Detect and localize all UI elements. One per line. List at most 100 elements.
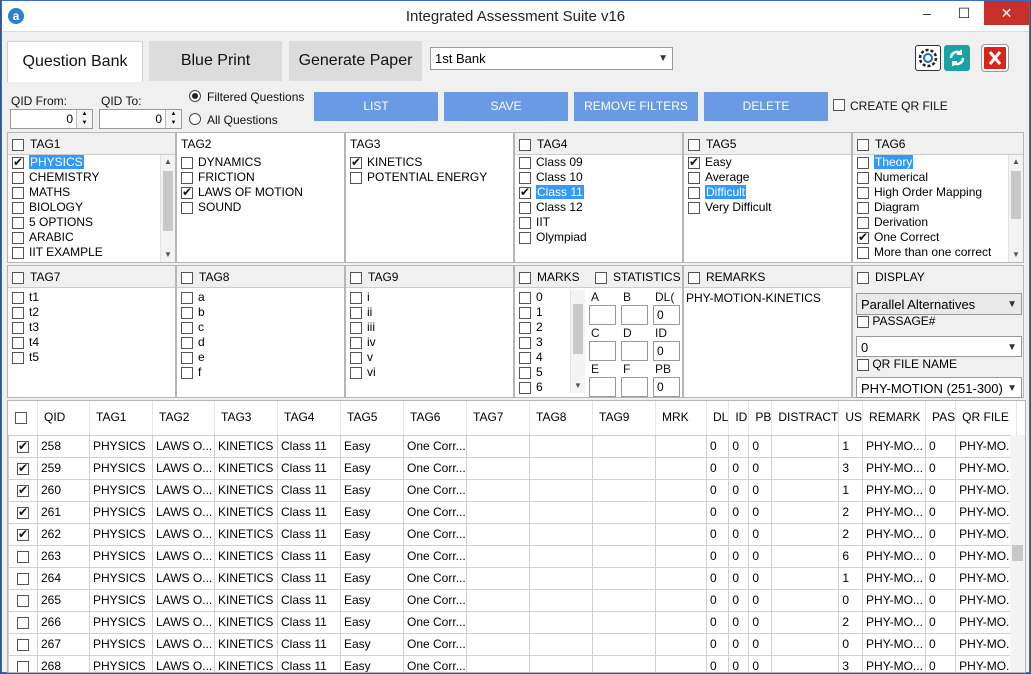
row-checkbox[interactable] bbox=[17, 660, 29, 672]
qid-to-input[interactable]: 0 ▲ ▼ bbox=[99, 109, 182, 129]
table-cell[interactable] bbox=[529, 434, 593, 458]
table-cell[interactable]: Easy bbox=[340, 610, 404, 634]
tag7-item[interactable]: t3 bbox=[10, 320, 173, 335]
table-cell[interactable] bbox=[655, 632, 707, 656]
table-cell[interactable]: KINETICS bbox=[214, 478, 278, 502]
table-cell[interactable]: PHYSICS bbox=[89, 588, 153, 612]
table-cell[interactable]: 263 bbox=[37, 544, 90, 568]
tag7-item-checkbox[interactable] bbox=[12, 351, 24, 364]
table-cell[interactable]: KINETICS bbox=[214, 632, 278, 656]
table-cell[interactable]: 261 bbox=[37, 500, 90, 524]
table-cell[interactable]: 1 bbox=[838, 566, 864, 590]
table-cell[interactable] bbox=[529, 478, 593, 502]
table-cell[interactable]: Class 11 bbox=[277, 500, 341, 524]
tag6-item[interactable]: Diagram bbox=[855, 200, 1021, 215]
table-cell[interactable] bbox=[771, 544, 840, 568]
table-cell[interactable] bbox=[655, 434, 707, 458]
marks-item-checkbox[interactable] bbox=[519, 291, 531, 304]
table-cell[interactable]: Class 11 bbox=[277, 588, 341, 612]
tag3-item[interactable]: KINETICS bbox=[348, 155, 511, 170]
tag5-item-checkbox[interactable] bbox=[688, 155, 700, 170]
table-cell[interactable]: 0 bbox=[705, 456, 730, 480]
table-cell[interactable]: LAWS O... bbox=[152, 522, 215, 546]
table-cell[interactable]: 0 bbox=[728, 478, 750, 502]
tag8-item-checkbox[interactable] bbox=[181, 321, 193, 334]
table-cell[interactable]: LAWS O... bbox=[152, 566, 215, 590]
table-cell[interactable]: One Corr... bbox=[403, 522, 467, 546]
delete-button[interactable]: DELETE bbox=[704, 92, 828, 121]
tag1-item-checkbox[interactable] bbox=[12, 246, 24, 259]
tag4-item-checkbox[interactable] bbox=[519, 185, 531, 200]
stat-field[interactable] bbox=[621, 305, 648, 325]
table-cell[interactable]: PHY-MO... bbox=[862, 500, 927, 524]
marks-item[interactable]: 2 bbox=[517, 320, 567, 335]
tag5-item[interactable]: Difficult bbox=[686, 185, 849, 200]
table-cell[interactable]: PHY-MO... bbox=[862, 566, 927, 590]
tag3-item-checkbox[interactable] bbox=[350, 171, 362, 184]
tag1-scrollbar[interactable]: ▲ ▼ bbox=[160, 155, 175, 262]
table-cell[interactable]: 2 bbox=[838, 610, 864, 634]
table-cell[interactable]: 259 bbox=[37, 456, 90, 480]
tag5-item[interactable]: Average bbox=[686, 170, 849, 185]
stat-field[interactable] bbox=[589, 377, 616, 397]
table-cell[interactable]: KINETICS bbox=[214, 434, 278, 458]
table-cell[interactable]: Class 11 bbox=[277, 610, 341, 634]
row-checkbox-cell[interactable] bbox=[8, 522, 38, 546]
list-button[interactable]: LIST bbox=[314, 92, 438, 121]
table-row[interactable]: 265 PHYSICS LAWS O... KINETICS Class 11 Easy O… bbox=[8, 588, 1018, 612]
column-header[interactable]: DL bbox=[706, 401, 730, 436]
qid-to-spinner[interactable]: ▲ ▼ bbox=[165, 110, 181, 128]
marks-item[interactable]: 6 bbox=[517, 380, 567, 395]
table-cell[interactable]: 0 bbox=[705, 544, 730, 568]
table-row[interactable]: 259PHYSICSLAWS O...KINETICSClass 11EasyO… bbox=[8, 456, 1018, 480]
table-cell[interactable]: 0 bbox=[728, 544, 750, 568]
table-cell[interactable]: One Corr... bbox=[403, 588, 467, 612]
bank-select[interactable]: 1st Bank ▼ bbox=[430, 47, 673, 70]
table-cell[interactable]: PHYSICS bbox=[89, 478, 153, 502]
tag9-item[interactable]: vi bbox=[348, 365, 511, 380]
tag5-all-checkbox[interactable] bbox=[688, 138, 700, 151]
row-checkbox-cell[interactable] bbox=[8, 434, 38, 458]
table-cell[interactable]: Class 11 bbox=[277, 522, 341, 546]
table-cell[interactable]: Easy bbox=[340, 654, 404, 672]
table-row[interactable]: 258PHYSICSLAWS O...KINETICSClass 11EasyO… bbox=[8, 434, 1018, 458]
table-cell[interactable]: PHY-MO... bbox=[955, 500, 1018, 524]
tag9-all-checkbox[interactable] bbox=[350, 271, 362, 284]
qr-file-select[interactable]: PHY-MOTION (251-300) ▼ bbox=[856, 377, 1022, 398]
table-cell[interactable]: One Corr... bbox=[403, 478, 467, 502]
tag2-item[interactable]: LAWS OF MOTION bbox=[179, 185, 342, 200]
tag6-item-checkbox[interactable] bbox=[857, 156, 869, 169]
tag7-item[interactable]: t2 bbox=[10, 305, 173, 320]
table-cell[interactable]: 0 bbox=[705, 566, 730, 590]
tag5-item[interactable]: Easy bbox=[686, 155, 849, 170]
settings-gear-icon[interactable] bbox=[915, 45, 941, 71]
tag7-item[interactable]: t1 bbox=[10, 290, 173, 305]
row-checkbox[interactable] bbox=[17, 638, 29, 651]
table-cell[interactable] bbox=[771, 522, 840, 546]
table-cell[interactable]: 2 bbox=[838, 500, 864, 524]
table-cell[interactable]: KINETICS bbox=[214, 610, 278, 634]
table-cell[interactable]: 2 bbox=[838, 522, 864, 546]
tag8-item-checkbox[interactable] bbox=[181, 306, 193, 319]
tag9-item[interactable]: iv bbox=[348, 335, 511, 350]
table-cell[interactable]: One Corr... bbox=[403, 654, 467, 672]
table-cell[interactable] bbox=[771, 478, 840, 502]
tag2-item[interactable]: DYNAMICS bbox=[179, 155, 342, 170]
table-cell[interactable]: PHY-MO... bbox=[955, 478, 1018, 502]
table-cell[interactable] bbox=[655, 610, 707, 634]
column-header[interactable]: TAG8 bbox=[529, 401, 593, 436]
row-checkbox-cell[interactable] bbox=[8, 654, 38, 672]
table-cell[interactable]: PHY-MO... bbox=[862, 610, 927, 634]
table-cell[interactable]: 3 bbox=[838, 654, 864, 672]
tag6-item[interactable]: Derivation bbox=[855, 215, 1021, 230]
tag3-item[interactable]: POTENTIAL ENERGY bbox=[348, 170, 511, 185]
tag1-item[interactable]: 5 OPTIONS bbox=[10, 215, 173, 230]
marks-item[interactable]: 1 bbox=[517, 305, 567, 320]
table-row[interactable]: 263 PHYSICS LAWS O... KINETICS Class 11 Easy O… bbox=[8, 544, 1018, 568]
table-cell[interactable]: One Corr... bbox=[403, 500, 467, 524]
table-cell[interactable]: One Corr... bbox=[403, 632, 467, 656]
table-cell[interactable] bbox=[592, 544, 656, 568]
tag8-item[interactable]: e bbox=[179, 350, 342, 365]
table-cell[interactable]: 267 bbox=[37, 632, 90, 656]
table-cell[interactable]: 0 bbox=[925, 522, 957, 546]
